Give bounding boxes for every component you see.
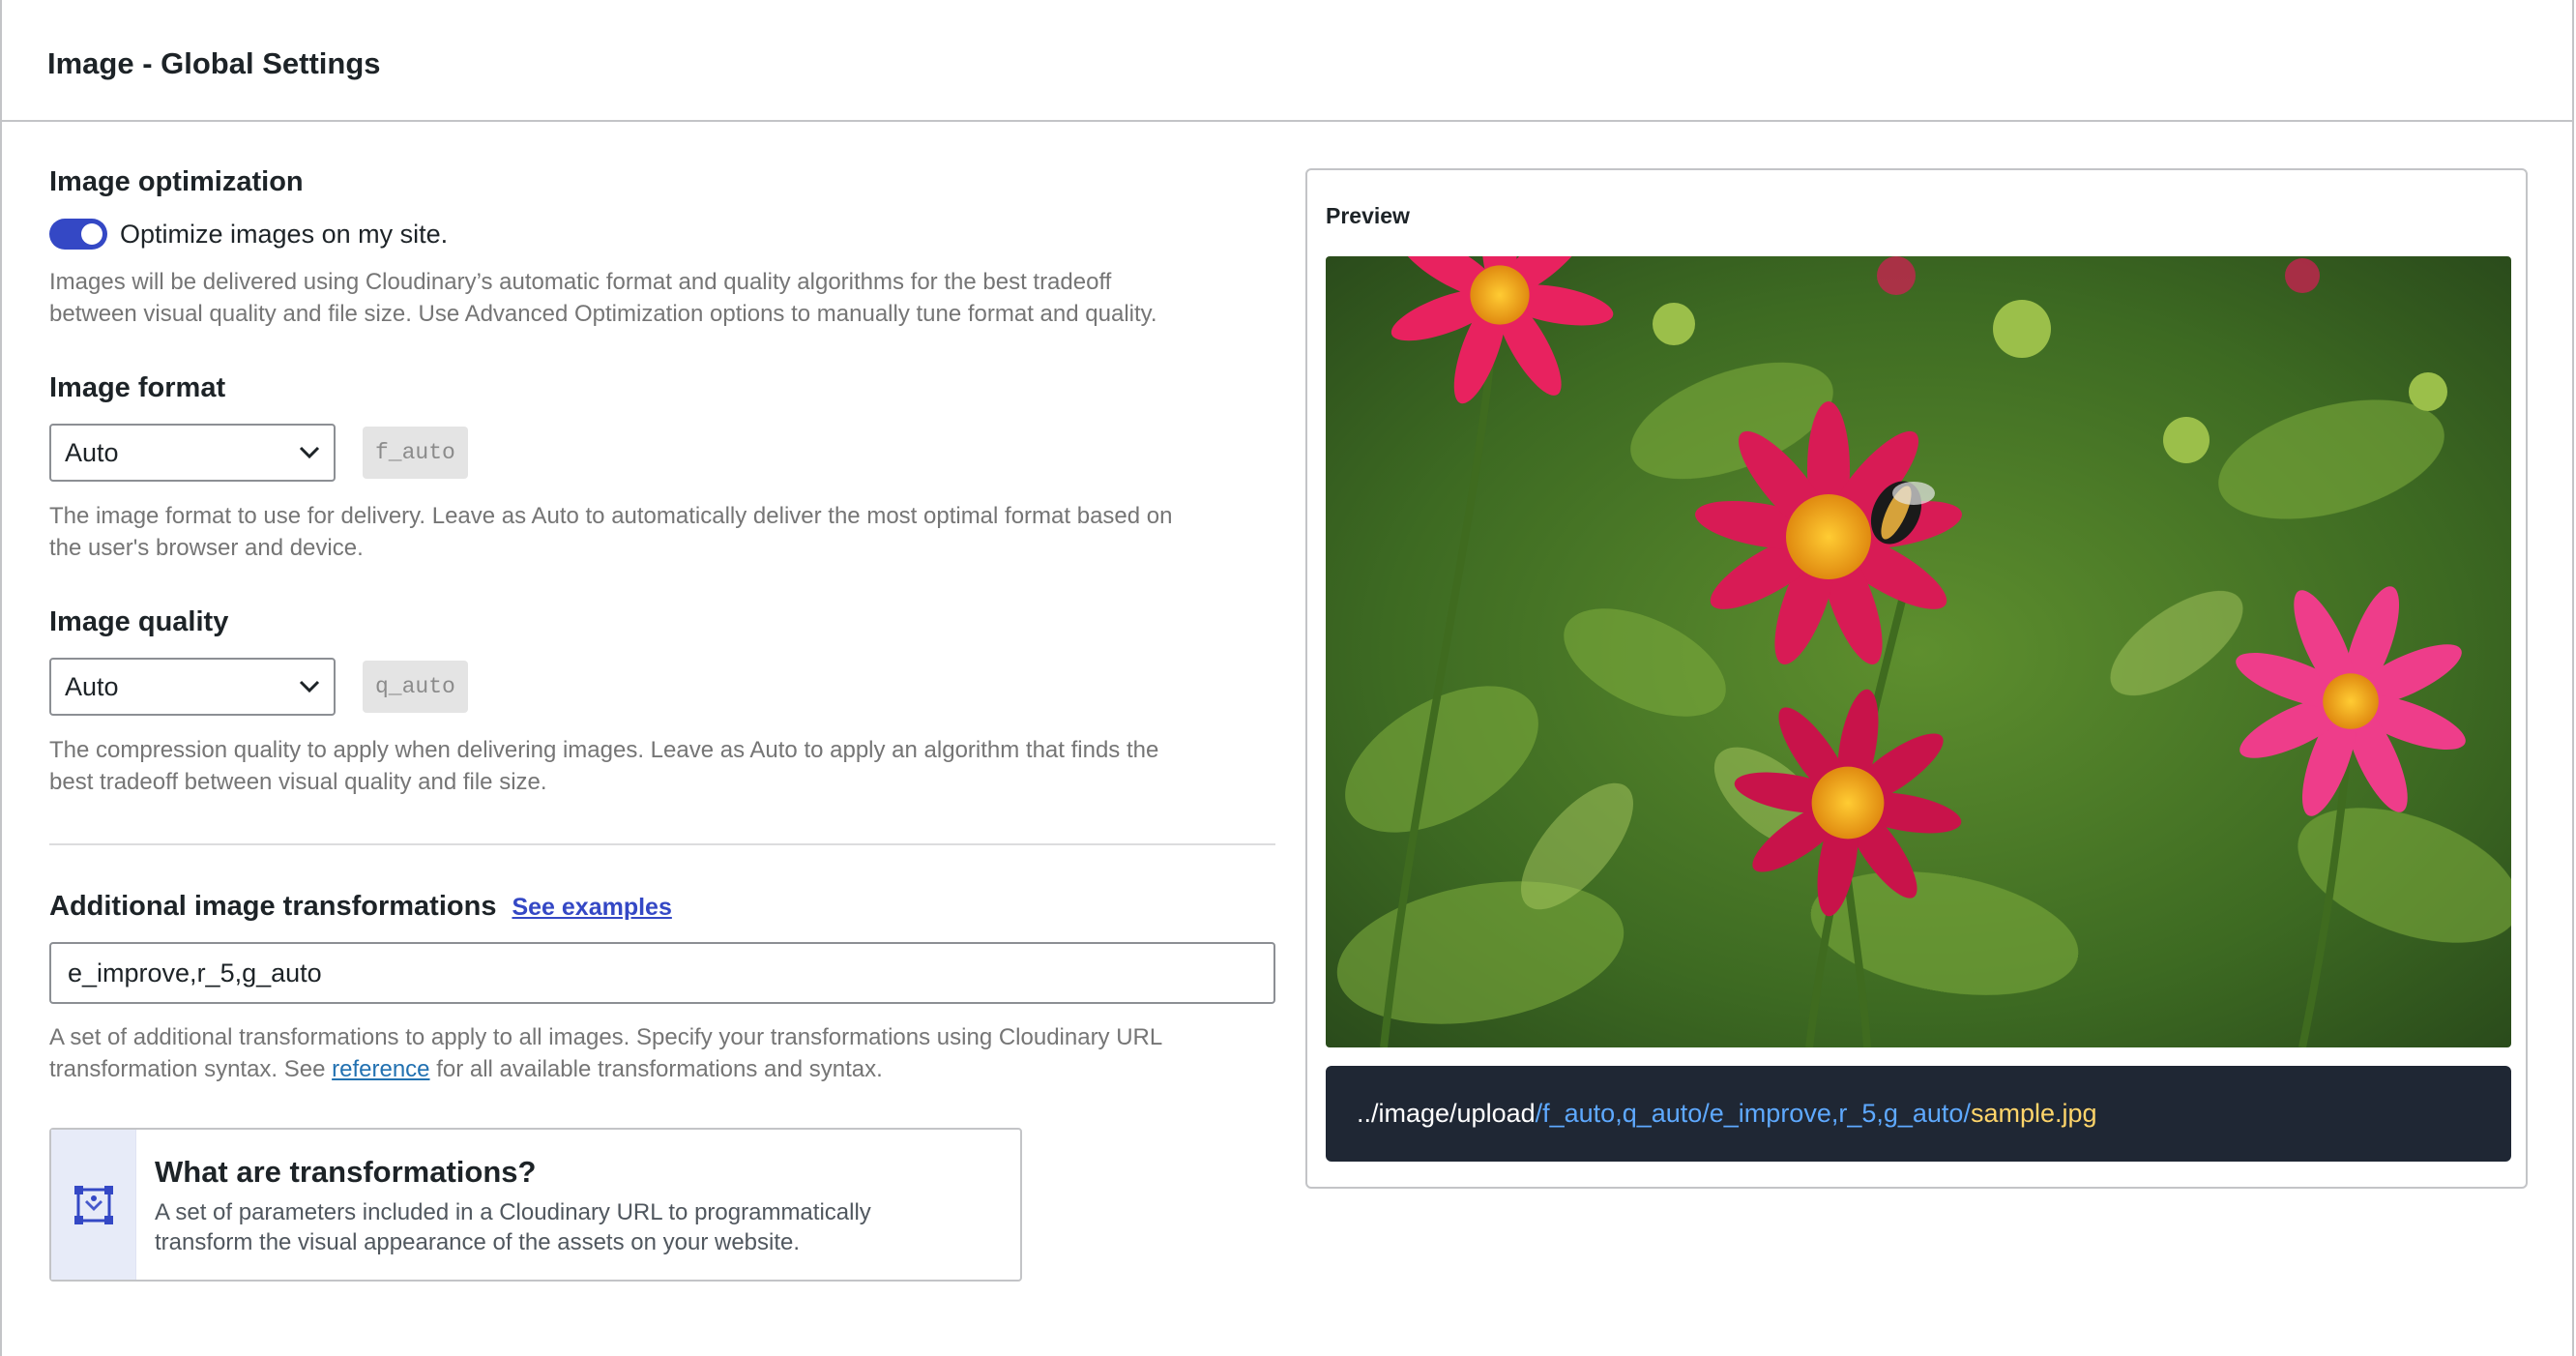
- format-select[interactable]: Auto: [49, 424, 336, 482]
- quality-row: Auto q_auto: [49, 658, 1275, 716]
- help-line: the user's browser and device.: [49, 535, 364, 561]
- quality-help: The compression quality to apply when de…: [49, 734, 1275, 798]
- help-line: between visual quality and file size. Us…: [49, 301, 1157, 327]
- url-file: sample.jpg: [1970, 1099, 2097, 1128]
- preview-image: [1326, 256, 2511, 1047]
- settings-page: Image - Global Settings Image optimizati…: [0, 0, 2574, 1356]
- format-title: Image format: [49, 372, 226, 403]
- preview-title: Preview: [1326, 203, 1410, 228]
- quality-title: Image quality: [49, 606, 229, 637]
- transformations-title-row: Additional image transformations See exa…: [49, 889, 1275, 924]
- see-examples-link[interactable]: See examples: [512, 894, 671, 922]
- help-line: The image format to use for delivery. Le…: [49, 503, 1173, 529]
- optimize-toggle-row: Optimize images on my site.: [49, 219, 1275, 250]
- format-code-chip: f_auto: [363, 427, 468, 479]
- preview-panel: Preview ../image/upload /f_auto,q_auto/e…: [1305, 168, 2528, 1189]
- optimization-title: Image optimization: [49, 166, 304, 197]
- section-divider: [49, 843, 1275, 845]
- help-line: best tradeoff between visual quality and…: [49, 769, 547, 795]
- flowers-photo: [1326, 256, 2511, 1047]
- quality-select[interactable]: Auto: [49, 658, 336, 716]
- info-title: What are transformations?: [155, 1155, 537, 1189]
- optimize-toggle-label[interactable]: Optimize images on my site.: [120, 220, 448, 250]
- optimize-toggle[interactable]: [49, 219, 107, 250]
- page-title: Image - Global Settings: [47, 46, 381, 80]
- quality-select-value: Auto: [65, 671, 119, 701]
- transformations-title: Additional image transformations: [49, 891, 497, 922]
- help-text: for all available transformations and sy…: [429, 1056, 883, 1082]
- preview-url-bar: ../image/upload/f_auto,q_auto/e_improve,…: [1326, 1066, 2511, 1162]
- info-body: What are transformations? A set of param…: [136, 1130, 871, 1280]
- help-text: transformation syntax. See: [49, 1056, 333, 1082]
- transform-icon: [73, 1185, 113, 1224]
- quality-code-chip: q_auto: [363, 661, 468, 713]
- transformations-input[interactable]: e_improve,r_5,g_auto: [49, 942, 1275, 1004]
- format-row: Auto f_auto: [49, 424, 1275, 482]
- info-line: transform the visual appearance of the a…: [155, 1229, 801, 1255]
- transformations-help: A set of additional transformations to a…: [49, 1021, 1275, 1085]
- chevron-down-icon: [299, 446, 320, 459]
- reference-link[interactable]: reference: [332, 1056, 429, 1082]
- help-line: The compression quality to apply when de…: [49, 737, 1159, 763]
- toggle-knob: [81, 223, 102, 245]
- chevron-down-icon: [299, 680, 320, 693]
- info-card: What are transformations? A set of param…: [49, 1128, 1022, 1282]
- info-line: A set of parameters included in a Cloudi…: [155, 1199, 871, 1225]
- info-icon-cell: [51, 1130, 136, 1280]
- format-select-value: Auto: [65, 437, 119, 467]
- help-line: transformation syntax. See reference for…: [49, 1053, 1275, 1085]
- info-text: A set of parameters included in a Cloudi…: [155, 1197, 871, 1257]
- url-transforms: /f_auto,q_auto/e_improve,r_5,g_auto/: [1535, 1099, 1971, 1128]
- help-line: Images will be delivered using Cloudinar…: [49, 269, 1112, 295]
- settings-column: Image optimization Optimize images on my…: [49, 164, 1275, 1282]
- format-help: The image format to use for delivery. Le…: [49, 500, 1275, 564]
- help-line: A set of additional transformations to a…: [49, 1024, 1163, 1050]
- url-base: ../image/upload: [1357, 1099, 1536, 1128]
- optimization-help: Images will be delivered using Cloudinar…: [49, 266, 1275, 330]
- page-header: Image - Global Settings: [2, 0, 2572, 122]
